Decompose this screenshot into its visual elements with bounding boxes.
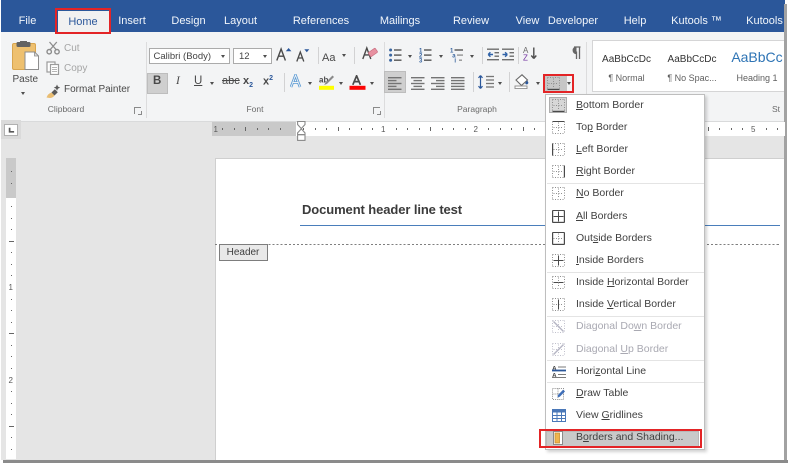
svg-text:3: 3: [419, 58, 423, 63]
svg-text:i: i: [454, 58, 456, 64]
svg-text:Z: Z: [523, 54, 528, 62]
svg-text:A: A: [552, 365, 557, 372]
